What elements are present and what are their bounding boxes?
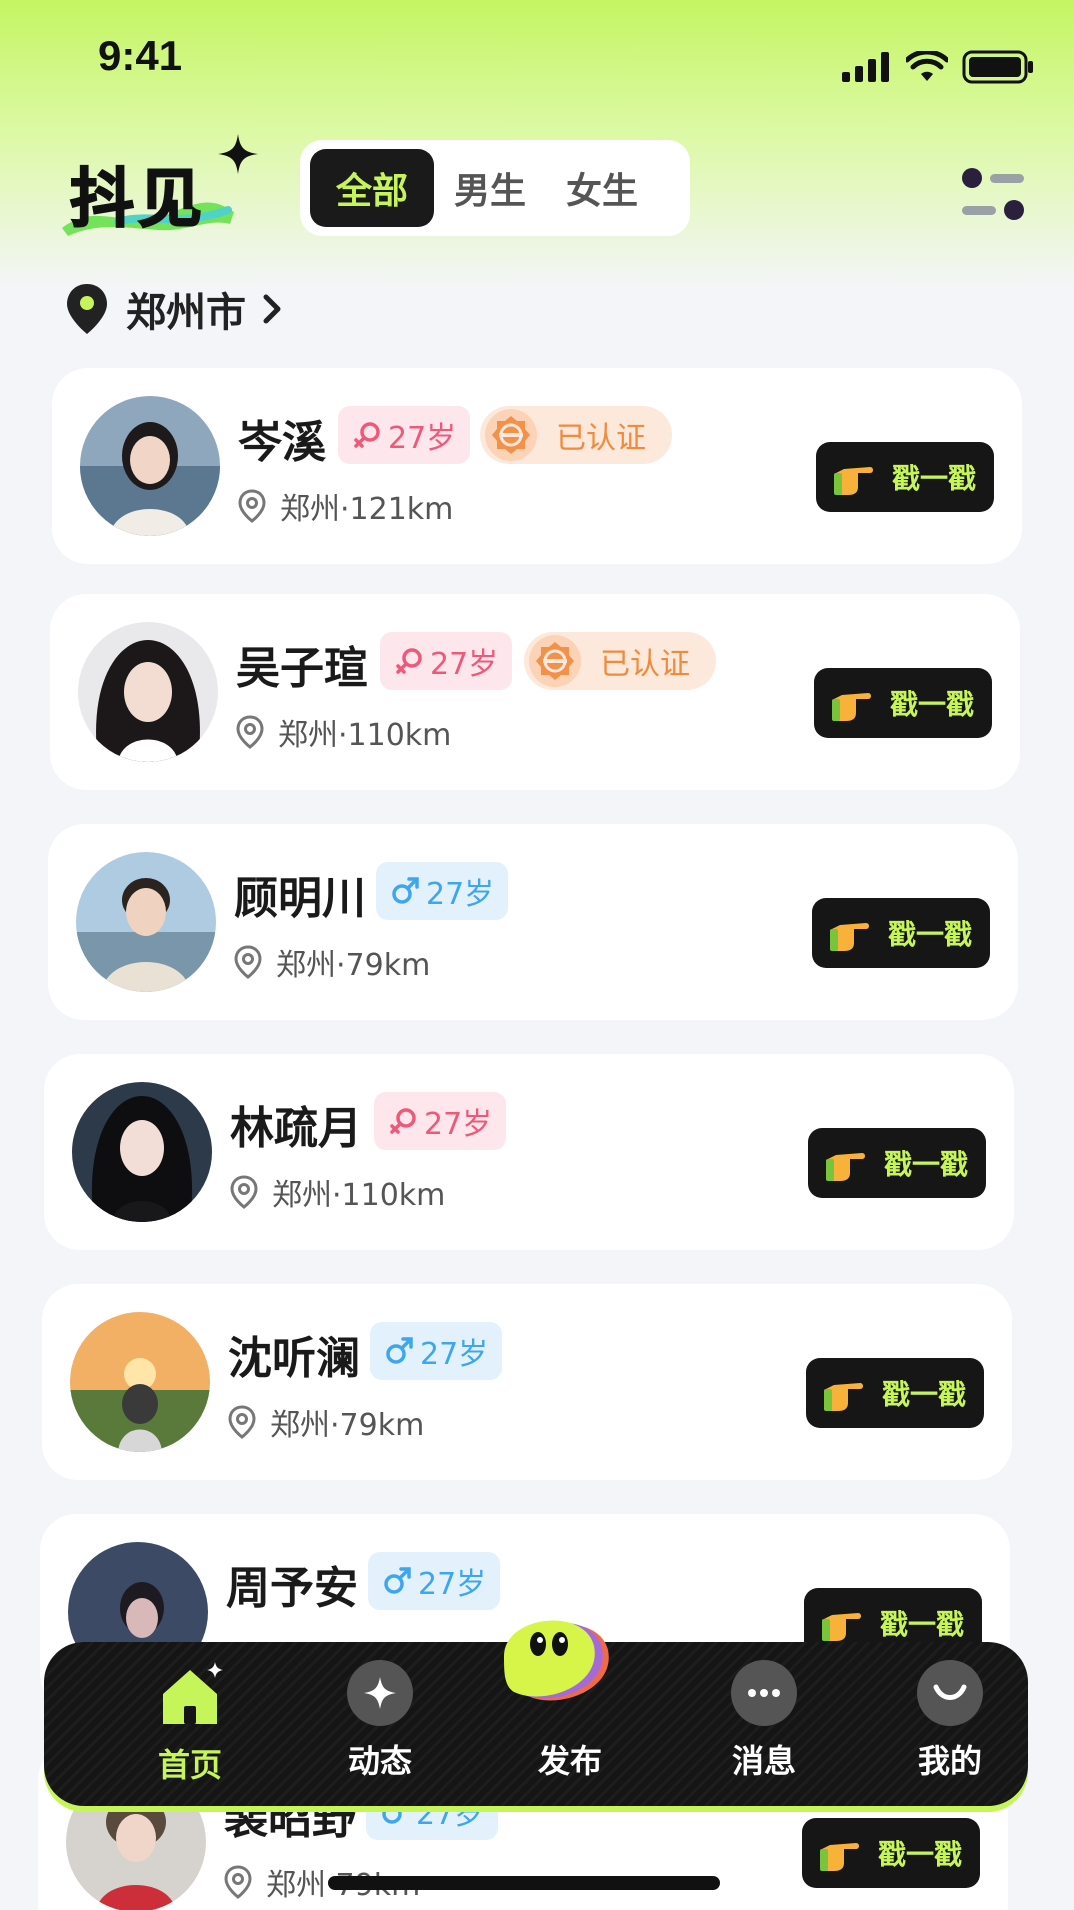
user-name: 吴子瑄: [236, 643, 368, 694]
location-outline-icon: [224, 1865, 252, 1899]
nav-publish[interactable]: 发布: [500, 1620, 640, 1782]
verified-seal-icon: [485, 409, 537, 461]
profile-icon: [917, 1660, 983, 1726]
user-name: 周予安: [226, 1563, 358, 1614]
avatar: [76, 852, 216, 992]
age-badge: 27岁: [374, 1092, 507, 1150]
user-name: 顾明川: [234, 873, 366, 924]
user-card[interactable]: 吴子瑄 27岁 已认证 郑州·110km 戳一戳: [50, 594, 1020, 790]
wifi-icon: [906, 51, 948, 81]
female-icon: [396, 648, 422, 674]
age-badge: 27岁: [370, 1322, 503, 1380]
user-card[interactable]: 林疏月 27岁 郑州·110km 戳一戳: [44, 1054, 1014, 1250]
location-outline-icon: [236, 715, 264, 749]
verified-badge: 已认证: [480, 406, 672, 464]
status-bar: 9:41: [0, 0, 1074, 110]
tab-all[interactable]: 全部: [310, 149, 434, 227]
age-badge: 27岁: [380, 632, 513, 690]
nav-messages-label: 消息: [731, 1742, 796, 1780]
age-badge: 27岁: [338, 406, 471, 464]
pointing-hand-icon: [823, 1383, 863, 1411]
location-outline-icon: [230, 1175, 258, 1209]
user-location: 郑州·79km: [234, 940, 430, 984]
pointing-hand-icon: [819, 1843, 859, 1871]
nav-publish-label: 发布: [537, 1742, 602, 1780]
poke-button[interactable]: 戳一戳: [812, 898, 990, 968]
publish-icon: [504, 1620, 609, 1701]
sparkle-icon: [218, 134, 258, 174]
poke-button[interactable]: 戳一戳: [802, 1818, 980, 1888]
user-card[interactable]: 顾明川 27岁 郑州·79km 戳一戳: [48, 824, 1018, 1020]
filter-icon[interactable]: [960, 166, 1026, 226]
female-icon: [390, 1108, 416, 1134]
nav-feed-label: 动态: [347, 1742, 412, 1780]
home-icon: [163, 1662, 223, 1724]
user-card[interactable]: 岑溪 27岁 已认证 郑州·121km 戳一戳: [52, 368, 1022, 564]
sparkle-icon: [347, 1660, 413, 1726]
poke-button[interactable]: 戳一戳: [806, 1358, 984, 1428]
nav-home-label: 首页: [157, 1746, 222, 1784]
status-time: 9:41: [98, 32, 183, 79]
location-outline-icon: [234, 945, 262, 979]
pointing-hand-icon: [821, 1613, 861, 1641]
chevron-right-icon: [263, 294, 281, 324]
poke-button[interactable]: 戳一戳: [816, 442, 994, 512]
pointing-hand-icon: [831, 693, 871, 721]
user-card[interactable]: 沈听澜 27岁 郑州·79km 戳一戳: [42, 1284, 1012, 1480]
tab-female[interactable]: 女生: [546, 149, 658, 227]
user-location: 郑州·110km: [236, 710, 451, 754]
male-icon: [392, 877, 419, 904]
pointing-hand-icon: [825, 1153, 865, 1181]
user-name: 岑溪: [238, 417, 326, 468]
male-icon: [384, 1567, 411, 1594]
user-location: 郑州·121km: [238, 484, 453, 528]
location-outline-icon: [238, 489, 266, 523]
city-selector[interactable]: 郑州市: [64, 280, 282, 338]
avatar: [72, 1082, 212, 1222]
verified-badge: 已认证: [524, 632, 716, 690]
city-label: 郑州市: [126, 290, 246, 336]
pointing-hand-icon: [829, 923, 869, 951]
app-logo: 抖见: [58, 132, 258, 242]
nav-feed[interactable]: 动态: [310, 1660, 450, 1782]
poke-button[interactable]: 戳一戳: [814, 668, 992, 738]
nav-home[interactable]: 首页: [120, 1660, 260, 1786]
nav-profile-label: 我的: [917, 1742, 982, 1780]
user-name: 沈听澜: [228, 1333, 360, 1384]
status-icons: [842, 50, 1034, 84]
gender-filter-tabs: 全部 男生 女生: [300, 140, 690, 236]
avatar: [80, 396, 220, 536]
verified-seal-icon: [529, 635, 581, 687]
location-outline-icon: [228, 1405, 256, 1439]
age-badge: 27岁: [368, 1552, 501, 1610]
nav-profile[interactable]: 我的: [880, 1660, 1020, 1782]
avatar: [70, 1312, 210, 1452]
battery-icon: [962, 50, 1033, 84]
male-icon: [386, 1337, 413, 1364]
pointing-hand-icon: [833, 467, 873, 495]
user-location: 郑州·110km: [230, 1170, 445, 1214]
age-badge: 27岁: [376, 862, 509, 920]
user-name: 林疏月: [230, 1103, 362, 1154]
female-icon: [354, 422, 380, 448]
avatar: [78, 622, 218, 762]
signal-icon: [842, 52, 889, 82]
poke-button[interactable]: 戳一戳: [808, 1128, 986, 1198]
location-pin-icon: [67, 284, 107, 334]
bottom-navigation: 首页 动态 发布 消息 我的: [44, 1620, 1028, 1806]
chat-icon: [731, 1660, 797, 1726]
logo-text: 抖见: [69, 162, 206, 238]
tab-male[interactable]: 男生: [434, 149, 546, 227]
user-location: 郑州·79km: [228, 1400, 424, 1444]
home-indicator: [328, 1876, 720, 1890]
nav-messages[interactable]: 消息: [694, 1660, 834, 1782]
